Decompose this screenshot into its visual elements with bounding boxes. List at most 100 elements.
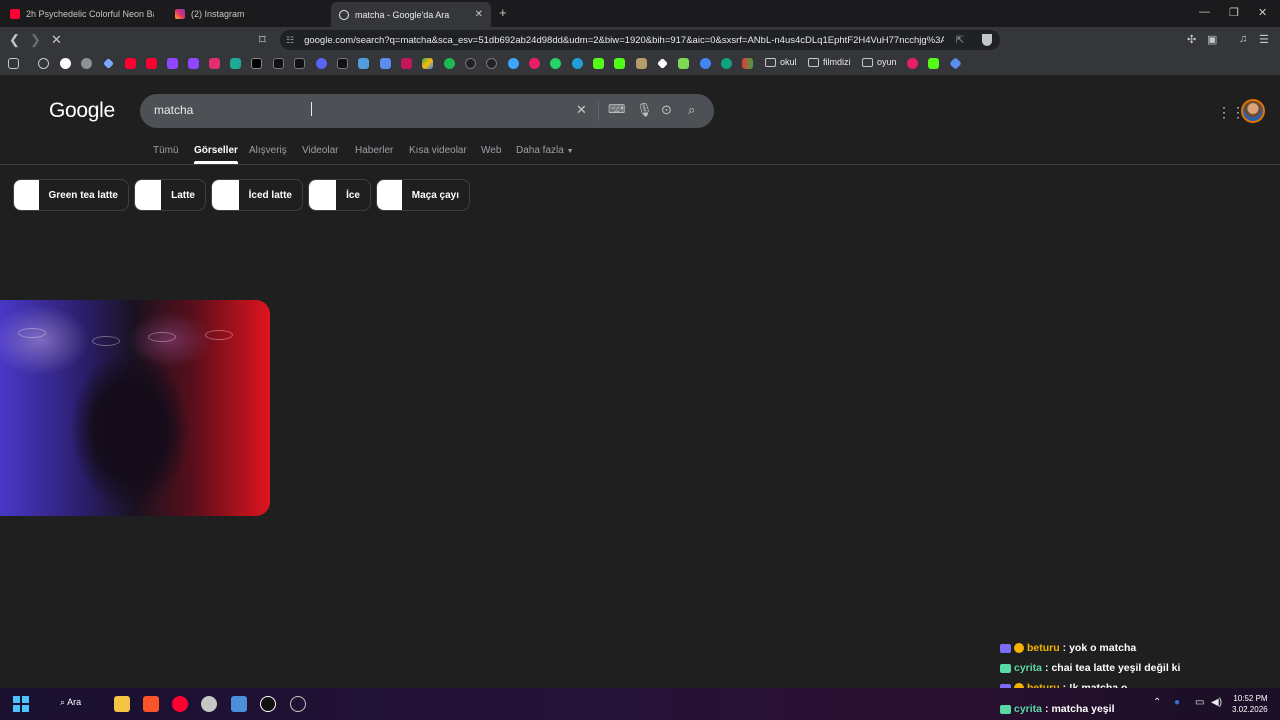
- tab-more[interactable]: Daha fazla ▼: [516, 145, 574, 156]
- chip-iced-latte[interactable]: İced latte: [211, 179, 303, 211]
- kick-icon[interactable]: [593, 58, 604, 69]
- bookmark-icon-29[interactable]: [636, 58, 647, 69]
- capcut-icon[interactable]: [337, 58, 348, 69]
- bookmark-folder-okul[interactable]: okul: [765, 57, 797, 67]
- bookmark-icon-21[interactable]: [465, 58, 476, 69]
- folder-icon: [765, 57, 776, 67]
- bookmark-folder-oyun[interactable]: oyun: [862, 57, 897, 67]
- site-settings-icon[interactable]: ☷: [286, 35, 294, 46]
- threads-icon[interactable]: [273, 58, 284, 69]
- gemini-icon[interactable]: [103, 58, 114, 69]
- volume-icon[interactable]: ◀): [1211, 697, 1222, 708]
- file-explorer-icon[interactable]: [114, 696, 130, 712]
- tab-news[interactable]: Haberler: [355, 145, 393, 156]
- kick-icon-3[interactable]: [928, 58, 939, 69]
- bookmark-icon[interactable]: ⌑: [259, 32, 266, 48]
- minimize-button[interactable]: —: [1199, 6, 1210, 18]
- media-icon[interactable]: ♫: [1239, 33, 1247, 45]
- microphone-tray-icon[interactable]: ●: [1174, 697, 1180, 708]
- search-icon[interactable]: ⌕: [688, 102, 695, 118]
- stop-button[interactable]: ✕: [51, 32, 62, 48]
- restore-button[interactable]: ❐: [1229, 6, 1239, 19]
- chatgpt-icon[interactable]: [721, 58, 732, 69]
- whatsapp-icon[interactable]: [550, 58, 561, 69]
- twitch-icon[interactable]: [167, 58, 178, 69]
- clear-icon[interactable]: ✕: [576, 102, 587, 118]
- tab-images[interactable]: Görseller: [194, 145, 238, 164]
- menu-icon[interactable]: ☰: [1259, 33, 1269, 46]
- tab-short-videos[interactable]: Kısa videolar: [409, 145, 467, 156]
- tray-overflow-icon[interactable]: ⌃: [1153, 697, 1161, 708]
- bookmark-icon-23[interactable]: [508, 58, 519, 69]
- microphone-icon[interactable]: 🎙︎: [636, 102, 653, 118]
- app-icon[interactable]: [260, 696, 276, 712]
- search-input[interactable]: [154, 103, 574, 117]
- photos-icon[interactable]: [231, 696, 247, 712]
- tab-instagram[interactable]: (2) Instagram: [167, 3, 327, 25]
- google-bookmark-icon[interactable]: [60, 58, 71, 69]
- google-logo[interactable]: Google: [49, 99, 115, 123]
- apps-grid-icon[interactable]: [8, 58, 19, 69]
- instagram-bookmark-icon[interactable]: [209, 58, 220, 69]
- chip-green-tea-latte[interactable]: Green tea latte: [13, 179, 129, 211]
- x-icon[interactable]: [251, 58, 262, 69]
- share-icon[interactable]: ⇱: [956, 35, 964, 46]
- media-player-icon[interactable]: [172, 696, 188, 712]
- tab-videos[interactable]: Videolar: [302, 145, 339, 156]
- translate-icon[interactable]: [380, 58, 391, 69]
- telegram-icon[interactable]: [572, 58, 583, 69]
- tab-all[interactable]: Tümü: [153, 145, 179, 156]
- tab-web[interactable]: Web: [481, 145, 501, 156]
- bookmark-icon-18[interactable]: [401, 58, 412, 69]
- chip-maca-cayi[interactable]: Maça çayı: [376, 179, 470, 211]
- bookmark-folder-filmdizi[interactable]: filmdizi: [808, 57, 851, 67]
- steam-icon[interactable]: [290, 696, 306, 712]
- taskbar-search[interactable]: ⌕ Ara: [60, 697, 81, 708]
- tiktok-icon[interactable]: [294, 58, 305, 69]
- brave-icon[interactable]: [143, 696, 159, 712]
- brave-shield-icon[interactable]: [982, 34, 992, 46]
- back-button[interactable]: ❮: [9, 32, 20, 48]
- discord-icon[interactable]: [316, 58, 327, 69]
- bookmark-icon-24[interactable]: [529, 58, 540, 69]
- tab-youtube[interactable]: 2h Psychedelic Colorful Neon Backgr: [2, 3, 162, 25]
- forward-button[interactable]: ❯: [30, 32, 41, 48]
- youtube-bookmark-icon[interactable]: [125, 58, 136, 69]
- network-icon[interactable]: ▭: [1195, 697, 1204, 708]
- bookmark-icon-38[interactable]: [907, 58, 918, 69]
- github-icon[interactable]: [486, 58, 497, 69]
- bookmark-icon-10[interactable]: [230, 58, 241, 69]
- close-window-button[interactable]: ✕: [1258, 6, 1267, 19]
- windows-start-icon[interactable]: [13, 696, 29, 712]
- bookmark-icon-40[interactable]: [949, 57, 962, 70]
- tab-google-search[interactable]: matcha - Google'da Ara ✕: [331, 2, 491, 27]
- bookmark-icon-31[interactable]: [678, 58, 689, 69]
- bookmark-icon-16[interactable]: [358, 58, 369, 69]
- chat-username: beturu: [1027, 642, 1060, 654]
- address-bar[interactable]: ☷ google.com/search?q=matcha&sca_esv=51d…: [280, 30, 1000, 50]
- tab-shopping[interactable]: Alışveriş: [249, 145, 287, 156]
- bookmark-icon-2[interactable]: [81, 58, 92, 69]
- youtube-music-icon[interactable]: [146, 58, 157, 69]
- chip-latte[interactable]: Latte: [134, 179, 206, 211]
- sidebar-icon[interactable]: ▣: [1207, 33, 1217, 46]
- twitch-icon-2[interactable]: [188, 58, 199, 69]
- avatar[interactable]: [1241, 99, 1265, 123]
- camera-icon[interactable]: ⊙: [661, 102, 672, 118]
- bookmark-icon-34[interactable]: [742, 58, 753, 69]
- new-tab-button[interactable]: +: [499, 5, 507, 20]
- kick-icon-2[interactable]: [614, 58, 625, 69]
- spotify-icon[interactable]: [444, 58, 455, 69]
- bookmark-icon-30[interactable]: [657, 58, 668, 69]
- history-icon[interactable]: [38, 58, 49, 69]
- drive-icon[interactable]: [422, 58, 433, 69]
- search-box[interactable]: ✕ ⌨ 🎙︎ ⊙ ⌕: [140, 94, 714, 128]
- chip-ice[interactable]: İce: [308, 179, 371, 211]
- keyboard-icon[interactable]: ⌨: [608, 102, 625, 116]
- close-icon[interactable]: ✕: [475, 9, 483, 20]
- extensions-icon[interactable]: ✣: [1187, 33, 1196, 46]
- system-clock[interactable]: 10:52 PM 3.02.2026: [1232, 693, 1268, 715]
- bookmark-icon-32[interactable]: [700, 58, 711, 69]
- search-label: Ara: [67, 697, 82, 707]
- obs-icon[interactable]: [201, 696, 217, 712]
